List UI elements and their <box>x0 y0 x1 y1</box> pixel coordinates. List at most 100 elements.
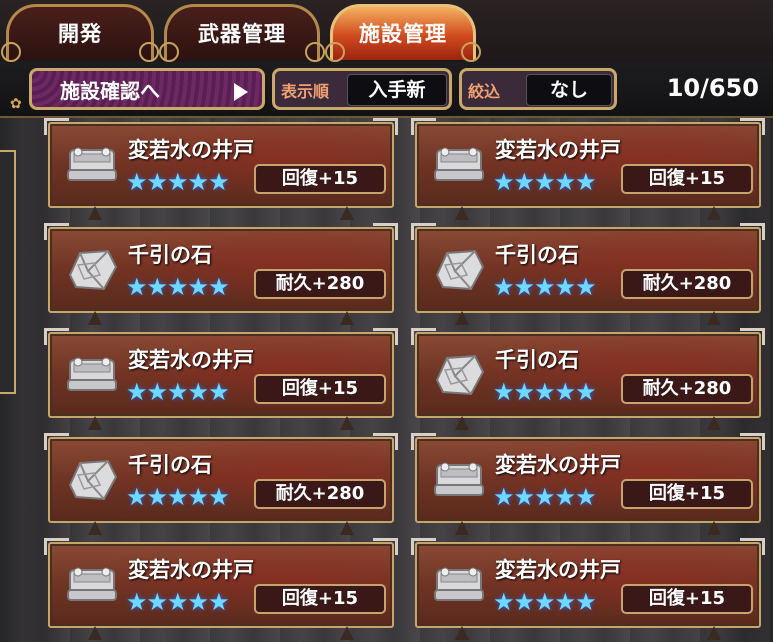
facility-name: 千引の石 <box>128 243 212 267</box>
ornament-icon <box>305 42 325 62</box>
stat-badge: 回復+15 <box>621 164 753 194</box>
flower-ornament-icon: ✿ <box>10 96 22 112</box>
item-count: 10/650 <box>666 74 759 102</box>
card-foot <box>455 626 469 640</box>
facility-name: 変若水の井戸 <box>128 348 254 372</box>
sort-key-label: 表示順 <box>281 82 330 101</box>
sort-order-button[interactable]: 表示順 入手新 <box>272 68 452 110</box>
ornament-icon <box>1 42 21 62</box>
corner-ornament-icon <box>44 328 69 345</box>
corner-ornament-icon <box>44 433 69 450</box>
card-foot <box>340 416 354 430</box>
corner-ornament-icon <box>411 433 436 450</box>
well-icon <box>431 560 487 610</box>
corner-ornament-icon <box>44 223 69 240</box>
card-foot <box>455 416 469 430</box>
well-icon <box>431 455 487 505</box>
stat-badge: 回復+15 <box>254 584 386 614</box>
corner-ornament-icon <box>740 223 765 240</box>
card-foot <box>707 206 721 220</box>
ornament-icon <box>325 42 345 62</box>
card-foot <box>455 206 469 220</box>
facility-name: 変若水の井戸 <box>128 138 254 162</box>
corner-ornament-icon <box>373 538 398 555</box>
card-foot <box>340 521 354 535</box>
toolbar: 施設確認へ 表示順 入手新 絞込 なし <box>0 62 773 118</box>
tab-facility-management[interactable]: 施設管理 <box>325 4 481 62</box>
facility-card[interactable]: 変若水の井戸 ★★★★★ 回復+15 <box>411 118 765 220</box>
card-foot <box>88 311 102 325</box>
stat-badge: 耐久+280 <box>254 269 386 299</box>
ornament-icon <box>159 42 179 62</box>
card-foot <box>707 521 721 535</box>
facility-name: 変若水の井戸 <box>495 453 621 477</box>
facility-card[interactable]: 変若水の井戸 ★★★★★ 回復+15 <box>44 538 398 640</box>
stone-icon <box>64 245 120 295</box>
card-foot <box>340 206 354 220</box>
card-foot <box>340 311 354 325</box>
card-foot <box>707 626 721 640</box>
facility-card[interactable]: 千引の石 ★★★★★ 耐久+280 <box>411 223 765 325</box>
facility-card[interactable]: 千引の石 ★★★★★ 耐久+280 <box>44 223 398 325</box>
stat-badge: 回復+15 <box>621 584 753 614</box>
corner-ornament-icon <box>740 433 765 450</box>
facility-confirm-button[interactable]: 施設確認へ <box>29 68 265 110</box>
rarity-stars: ★★★★★ <box>493 168 597 196</box>
rarity-stars: ★★★★★ <box>126 588 230 616</box>
tab-label: 武器管理 <box>198 22 286 46</box>
card-foot <box>340 626 354 640</box>
well-icon <box>64 140 120 190</box>
facility-name: 変若水の井戸 <box>128 558 254 582</box>
ornament-icon <box>139 42 159 62</box>
rarity-stars: ★★★★★ <box>493 588 597 616</box>
facility-name: 千引の石 <box>495 348 579 372</box>
card-foot <box>707 416 721 430</box>
stone-icon <box>431 245 487 295</box>
rarity-stars: ★★★★★ <box>126 273 230 301</box>
corner-ornament-icon <box>44 538 69 555</box>
tab-weapon-management[interactable]: 武器管理 <box>159 4 325 62</box>
filter-value: なし <box>526 74 612 106</box>
corner-ornament-icon <box>740 538 765 555</box>
corner-ornament-icon <box>411 328 436 345</box>
tab-label: 開発 <box>58 22 102 46</box>
corner-ornament-icon <box>740 118 765 135</box>
stone-icon <box>64 455 120 505</box>
rarity-stars: ★★★★★ <box>493 378 597 406</box>
facility-card[interactable]: 千引の石 ★★★★★ 耐久+280 <box>411 328 765 430</box>
facility-card[interactable]: 変若水の井戸 ★★★★★ 回復+15 <box>44 328 398 430</box>
facility-name: 千引の石 <box>128 453 212 477</box>
card-foot <box>88 626 102 640</box>
side-panel-edge <box>0 150 16 394</box>
corner-ornament-icon <box>373 433 398 450</box>
stat-badge: 回復+15 <box>621 479 753 509</box>
tab-label: 施設管理 <box>359 22 447 46</box>
corner-ornament-icon <box>373 223 398 240</box>
rarity-stars: ★★★★★ <box>126 378 230 406</box>
rarity-stars: ★★★★★ <box>493 273 597 301</box>
corner-ornament-icon <box>411 223 436 240</box>
facility-card[interactable]: 千引の石 ★★★★★ 耐久+280 <box>44 433 398 535</box>
facility-name: 変若水の井戸 <box>495 138 621 162</box>
play-arrow-icon <box>234 83 248 101</box>
facility-card[interactable]: 変若水の井戸 ★★★★★ 回復+15 <box>411 538 765 640</box>
card-foot <box>88 416 102 430</box>
facility-card[interactable]: 変若水の井戸 ★★★★★ 回復+15 <box>44 118 398 220</box>
rarity-stars: ★★★★★ <box>126 168 230 196</box>
corner-ornament-icon <box>411 538 436 555</box>
ornament-icon <box>461 42 481 62</box>
tab-development[interactable]: 開発 <box>1 4 159 62</box>
stat-badge: 耐久+280 <box>254 479 386 509</box>
tab-bar: 開発 武器管理 施設管理 <box>0 0 773 62</box>
facility-card[interactable]: 変若水の井戸 ★★★★★ 回復+15 <box>411 433 765 535</box>
filter-button[interactable]: 絞込 なし <box>459 68 617 110</box>
card-foot <box>455 521 469 535</box>
card-foot <box>455 311 469 325</box>
corner-ornament-icon <box>373 328 398 345</box>
corner-ornament-icon <box>411 118 436 135</box>
facility-confirm-label: 施設確認へ <box>60 79 160 103</box>
card-foot <box>88 521 102 535</box>
stat-badge: 回復+15 <box>254 164 386 194</box>
stone-icon <box>431 350 487 400</box>
well-icon <box>64 560 120 610</box>
